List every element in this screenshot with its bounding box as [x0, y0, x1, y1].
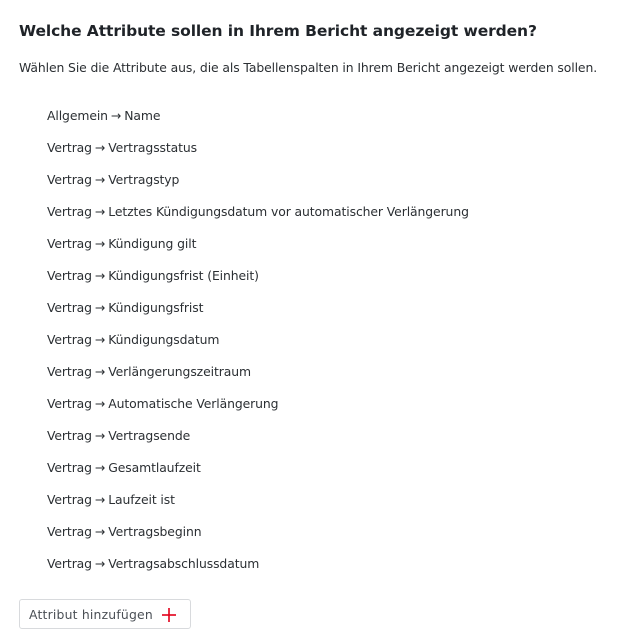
arrow-right-icon: →: [110, 108, 122, 123]
attribute-group: Vertrag: [47, 300, 92, 315]
arrow-right-icon: →: [94, 140, 106, 155]
attribute-item[interactable]: Vertrag → Vertragsabschlussdatum: [47, 554, 469, 586]
arrow-right-icon: →: [94, 172, 106, 187]
arrow-right-icon: →: [94, 204, 106, 219]
attribute-name: Kündigungsdatum: [108, 332, 220, 347]
attribute-item[interactable]: Vertrag → Vertragsstatus: [47, 138, 469, 170]
attribute-name: Laufzeit ist: [108, 492, 175, 507]
attribute-name: Vertragsabschlussdatum: [108, 556, 260, 571]
attribute-group: Vertrag: [47, 204, 92, 219]
attribute-item[interactable]: Vertrag → Laufzeit ist: [47, 490, 469, 522]
attribute-group: Vertrag: [47, 556, 92, 571]
attribute-item[interactable]: Vertrag → Verlängerungszeitraum: [47, 362, 469, 394]
page-title: Welche Attribute sollen in Ihrem Bericht…: [19, 22, 537, 40]
attribute-name: Kündigungsfrist: [108, 300, 204, 315]
add-attribute-label: Attribut hinzufügen: [29, 606, 153, 622]
attribute-name: Vertragstyp: [108, 172, 180, 187]
attribute-item[interactable]: Vertrag → Kündigungsdatum: [47, 330, 469, 362]
arrow-right-icon: →: [94, 428, 106, 443]
attribute-group: Vertrag: [47, 492, 92, 507]
attribute-group: Vertrag: [47, 140, 92, 155]
arrow-right-icon: →: [94, 332, 106, 347]
arrow-right-icon: →: [94, 364, 106, 379]
add-attribute-button[interactable]: Attribut hinzufügen: [19, 599, 191, 629]
attribute-name: Vertragsbeginn: [108, 524, 202, 539]
attribute-group: Vertrag: [47, 332, 92, 347]
attribute-group: Vertrag: [47, 364, 92, 379]
attribute-item[interactable]: Vertrag → Vertragsende: [47, 426, 469, 458]
page-subtitle: Wählen Sie die Attribute aus, die als Ta…: [19, 60, 598, 75]
attribute-name: Kündigung gilt: [108, 236, 197, 251]
attribute-item[interactable]: Vertrag → Kündigungsfrist: [47, 298, 469, 330]
plus-icon: [161, 607, 176, 622]
attribute-name: Vertragsstatus: [108, 140, 198, 155]
arrow-right-icon: →: [94, 556, 106, 571]
arrow-right-icon: →: [94, 396, 106, 411]
attribute-item[interactable]: Vertrag → Automatische Verlängerung: [47, 394, 469, 426]
attribute-group: Vertrag: [47, 460, 92, 475]
attribute-group: Vertrag: [47, 524, 92, 539]
attribute-name: Automatische Verlängerung: [108, 396, 279, 411]
arrow-right-icon: →: [94, 524, 106, 539]
attribute-name: Name: [124, 108, 161, 123]
attribute-name: Vertragsende: [108, 428, 191, 443]
attribute-name: Kündigungsfrist (Einheit): [108, 268, 259, 283]
attribute-item[interactable]: Vertrag → Vertragstyp: [47, 170, 469, 202]
attribute-item[interactable]: Vertrag → Kündigungsfrist (Einheit): [47, 266, 469, 298]
attribute-group: Allgemein: [47, 108, 108, 123]
attribute-name: Gesamtlaufzeit: [108, 460, 201, 475]
attribute-item[interactable]: Vertrag → Vertragsbeginn: [47, 522, 469, 554]
attribute-group: Vertrag: [47, 428, 92, 443]
arrow-right-icon: →: [94, 268, 106, 283]
arrow-right-icon: →: [94, 236, 106, 251]
arrow-right-icon: →: [94, 492, 106, 507]
attribute-group: Vertrag: [47, 172, 92, 187]
arrow-right-icon: →: [94, 300, 106, 315]
attribute-group: Vertrag: [47, 236, 92, 251]
attribute-name: Letztes Kündigungsdatum vor automatische…: [108, 204, 469, 219]
attribute-item[interactable]: Vertrag → Gesamtlaufzeit: [47, 458, 469, 490]
attribute-item[interactable]: Vertrag → Kündigung gilt: [47, 234, 469, 266]
attribute-item[interactable]: Vertrag → Letztes Kündigungsdatum vor auto…: [47, 202, 469, 234]
attribute-group: Vertrag: [47, 268, 92, 283]
attribute-item[interactable]: Allgemein → Name: [47, 106, 469, 138]
arrow-right-icon: →: [94, 460, 106, 475]
attribute-name: Verlängerungszeitraum: [108, 364, 251, 379]
attribute-group: Vertrag: [47, 396, 92, 411]
attribute-list: Allgemein → Name Vertrag → Vertragsstatus Vert…: [47, 106, 469, 586]
